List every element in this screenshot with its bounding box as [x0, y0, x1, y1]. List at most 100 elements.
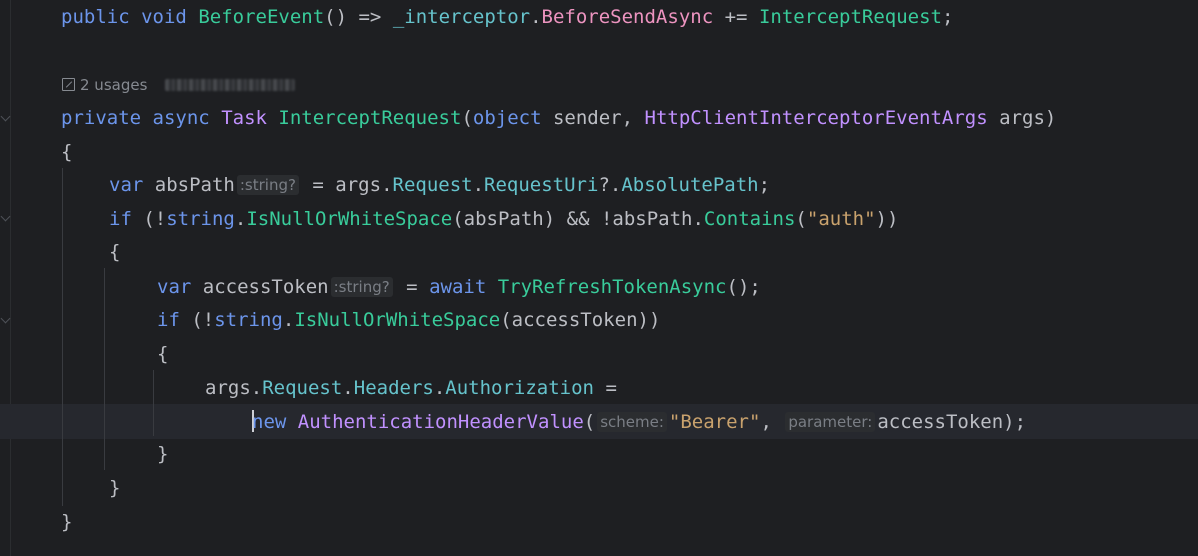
- gutter-change-marker: [0, 211, 11, 222]
- type-hint: :string?: [330, 277, 393, 297]
- ident-args: args: [335, 174, 382, 196]
- field-interceptor: _interceptor: [392, 6, 531, 28]
- indent-guide: [104, 268, 105, 470]
- punctuation: (: [795, 208, 807, 230]
- code-line-accesstoken[interactable]: var accessToken:string? = await TryRefre…: [157, 270, 761, 304]
- punctuation: .: [381, 174, 393, 196]
- code-line-if-accesstoken[interactable]: if (!string.IsNullOrWhiteSpace(accessTok…: [157, 303, 660, 337]
- keyword-if: if: [109, 208, 132, 230]
- code-line-brace[interactable]: }: [157, 437, 168, 471]
- gutter-change-marker: [0, 111, 11, 122]
- prop-requesturi: RequestUri: [484, 174, 599, 196]
- code-line-authorization[interactable]: args.Request.Headers.Authorization =: [205, 371, 617, 405]
- brace: {: [109, 241, 121, 263]
- indent-guide: [153, 370, 154, 436]
- operator: +=: [724, 6, 748, 28]
- keyword-var: var: [157, 276, 192, 298]
- operator: =: [312, 174, 324, 196]
- usages-count: 2 usages: [80, 76, 148, 94]
- type-task: Task: [221, 107, 267, 129]
- code-line-method-signature[interactable]: private async Task InterceptRequest(obje…: [61, 101, 1056, 135]
- method-isnullorwhitespace: IsNullOrWhiteSpace: [294, 309, 501, 331]
- keyword-string: string: [214, 309, 283, 331]
- param-args: args): [999, 107, 1057, 129]
- method-tryrefreshtokenasync: TryRefreshTokenAsync: [497, 276, 727, 298]
- indent-guide: [62, 168, 63, 506]
- param-sender: sender,: [552, 107, 634, 129]
- punctuation: ();: [726, 276, 761, 298]
- var-accesstoken: accessToken: [202, 276, 329, 298]
- arguments: accessToken);: [877, 411, 1027, 433]
- prop-absolutepath: AbsolutePath: [621, 174, 759, 196]
- punctuation: (: [583, 411, 596, 433]
- keyword-object: object: [472, 107, 542, 129]
- prop-request: Request: [392, 174, 473, 196]
- code-line-before-event[interactable]: public void BeforeEvent() => _intercepto…: [61, 0, 953, 34]
- punctuation: .: [282, 309, 295, 331]
- punctuation: ?.: [598, 174, 622, 196]
- prop-headers: Headers: [353, 377, 434, 399]
- ident-args: args: [205, 377, 251, 399]
- punctuation: ;: [758, 174, 771, 196]
- method-isnullorwhitespace: IsNullOrWhiteSpace: [246, 208, 453, 230]
- method-name: BeforeEvent: [198, 6, 325, 28]
- punctuation: .: [433, 377, 446, 399]
- arguments: (accessToken)): [500, 309, 661, 331]
- event-name: BeforeSendAsync: [541, 6, 714, 28]
- string-literal: "Bearer": [668, 411, 761, 433]
- code-line-if-abspath[interactable]: if (!string.IsNullOrWhiteSpace(absPath) …: [109, 202, 898, 236]
- type-hint: :string?: [236, 175, 299, 195]
- keyword-private: private: [61, 107, 142, 129]
- handler-name: InterceptRequest: [758, 6, 942, 28]
- keyword-string: string: [166, 208, 235, 230]
- code-editor[interactable]: public void BeforeEvent() => _intercepto…: [0, 0, 1198, 556]
- punctuation: .: [530, 6, 542, 28]
- punctuation: .: [472, 174, 485, 196]
- method-name: InterceptRequest: [278, 107, 462, 129]
- brace: {: [61, 141, 73, 163]
- code-line-brace[interactable]: }: [109, 471, 120, 505]
- usages-inlay[interactable]: 2 usages: [62, 74, 296, 96]
- keyword-if: if: [157, 309, 180, 331]
- keyword-await: await: [429, 276, 487, 298]
- brace: }: [109, 477, 121, 499]
- type-authheadervalue: AuthenticationHeaderValue: [297, 411, 584, 433]
- gutter-divider: [10, 0, 11, 556]
- keyword-public: public: [61, 6, 130, 28]
- var-abspath: absPath: [154, 174, 235, 196]
- punctuation: (: [461, 107, 473, 129]
- param-hint-scheme: scheme:: [597, 412, 667, 432]
- punctuation: () =>: [324, 6, 382, 28]
- code-line-brace[interactable]: }: [61, 505, 72, 539]
- keyword-var: var: [109, 174, 144, 196]
- external-link-icon: [62, 78, 75, 91]
- brace: }: [61, 511, 73, 533]
- punctuation: .: [342, 377, 354, 399]
- arguments: (absPath) && !absPath.: [452, 208, 704, 230]
- prop-authorization: Authorization: [445, 377, 594, 399]
- code-line-brace[interactable]: {: [109, 235, 120, 269]
- method-contains: Contains: [703, 208, 796, 230]
- punctuation: (!: [191, 309, 215, 331]
- code-line-brace[interactable]: {: [157, 337, 168, 371]
- brace: {: [157, 343, 169, 365]
- operator: =: [406, 276, 418, 298]
- keyword-void: void: [141, 6, 187, 28]
- punctuation: ,: [760, 411, 772, 433]
- punctuation: )): [875, 208, 899, 230]
- gutter-change-marker: [0, 313, 11, 324]
- code-line-abspath[interactable]: var absPath:string? = args.Request.Reque…: [109, 168, 770, 202]
- prop-request: Request: [262, 377, 343, 399]
- code-line-new-header[interactable]: new AuthenticationHeaderValue(scheme: "Be…: [252, 405, 1026, 439]
- keyword-async: async: [152, 107, 210, 129]
- type-event-args: HttpClientInterceptorEventArgs: [644, 107, 988, 129]
- brace: }: [157, 443, 169, 465]
- string-literal: "auth": [806, 208, 876, 230]
- operator: =: [605, 377, 617, 399]
- punctuation: .: [250, 377, 263, 399]
- punctuation: .: [234, 208, 247, 230]
- keyword-new: new: [252, 411, 287, 433]
- blurred-author: [165, 79, 296, 91]
- code-line-brace[interactable]: {: [61, 135, 72, 169]
- punctuation: (!: [143, 208, 167, 230]
